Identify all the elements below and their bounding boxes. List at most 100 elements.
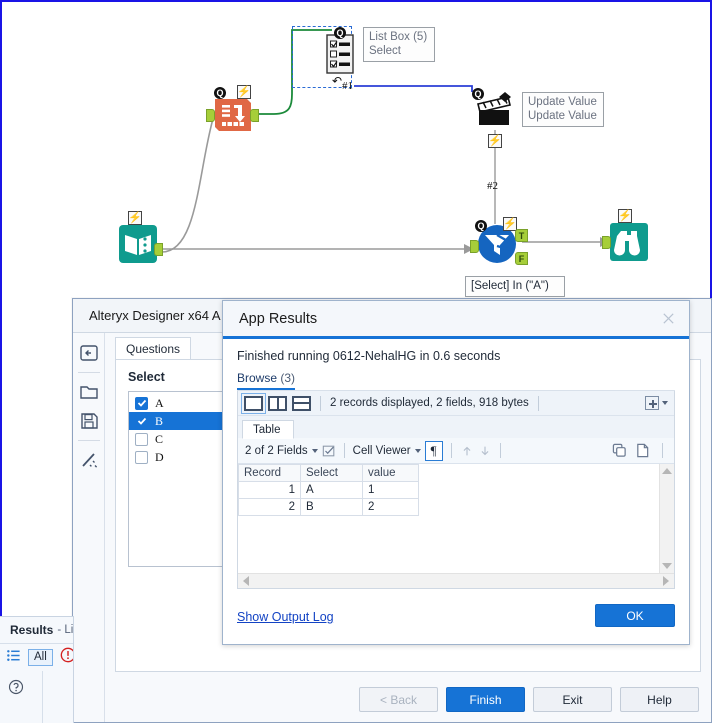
- grid-horizontal-scrollbar[interactable]: [238, 573, 674, 588]
- cell-value[interactable]: 1: [362, 481, 419, 499]
- chevron-down-icon[interactable]: [414, 448, 421, 453]
- split-vertical-icon[interactable]: [268, 395, 287, 411]
- help-button[interactable]: Help: [620, 687, 699, 712]
- results-panel[interactable]: Results - Lis All: [0, 616, 74, 723]
- data-grid-scroll: Record Select value 1 A 1 2 B 2: [238, 464, 659, 573]
- back-panel-icon[interactable]: [79, 343, 99, 363]
- output-port-dynamic-rename[interactable]: [250, 109, 259, 122]
- table-row[interactable]: 1 A 1: [238, 481, 419, 499]
- list-item-label: D: [155, 449, 164, 464]
- add-column-control[interactable]: [645, 396, 668, 410]
- column-header-value[interactable]: value: [362, 464, 419, 482]
- output-port-text-input[interactable]: [154, 243, 163, 256]
- cell-value[interactable]: 2: [362, 498, 419, 516]
- arrow-down-icon[interactable]: [478, 444, 492, 458]
- column-header-record[interactable]: Record: [238, 464, 301, 482]
- question-badge-dynamic-rename: Q: [214, 87, 226, 99]
- browse-view-toolbar[interactable]: 2 records displayed, 2 fields, 918 bytes: [238, 391, 674, 416]
- checkbox-d[interactable]: [135, 450, 148, 464]
- grid-vertical-scrollbar[interactable]: [659, 464, 674, 573]
- list-item-label: B: [155, 413, 164, 428]
- dialog-title: App Results: [239, 310, 318, 327]
- cell-viewer-label[interactable]: Cell Viewer: [353, 445, 411, 457]
- show-output-log-link[interactable]: Show Output Log: [237, 610, 334, 624]
- designer-footer-buttons[interactable]: < Back Finish Exit Help: [359, 687, 699, 712]
- checkbox-c[interactable]: [135, 432, 148, 446]
- table-row[interactable]: 2 B 2: [238, 498, 419, 516]
- interface-anchor-icon: ↶: [332, 74, 343, 88]
- grid-toolbar[interactable]: 2 of 2 Fields Cell Viewer ¶: [238, 438, 674, 464]
- annotation-filter: [Select] In ("A"): [465, 276, 565, 297]
- scroll-up-icon[interactable]: [662, 468, 672, 474]
- column-header-select[interactable]: Select: [300, 464, 363, 482]
- annotation-action-line1: Update Value: [528, 96, 597, 108]
- checkbox-a[interactable]: [135, 396, 148, 410]
- browse-tab[interactable]: Browse (3): [237, 371, 296, 390]
- scroll-left-icon[interactable]: [243, 576, 249, 586]
- annotation-list-box-line1: List Box (5): [369, 31, 428, 43]
- designer-left-rail[interactable]: [73, 333, 105, 722]
- list-item-label: C: [155, 431, 164, 446]
- run-status-text: Finished running 0612-NehalHG in 0.6 sec…: [237, 349, 501, 363]
- tab-questions[interactable]: Questions: [115, 337, 192, 360]
- magic-wand-icon[interactable]: [79, 450, 99, 470]
- finish-button[interactable]: Finish: [446, 687, 525, 712]
- fields-count-label[interactable]: 2 of 2 Fields: [245, 445, 308, 457]
- lightning-badge-text-input: ⚡: [128, 211, 142, 225]
- output-port-filter-true[interactable]: T: [515, 229, 528, 242]
- chevron-down-icon[interactable]: [311, 448, 318, 453]
- output-port-filter-false[interactable]: F: [515, 252, 528, 265]
- close-icon[interactable]: [657, 308, 679, 330]
- input-port-filter[interactable]: [470, 240, 479, 253]
- results-table[interactable]: Record Select value 1 A 1 2 B 2: [238, 464, 419, 516]
- rail-divider: [77, 372, 100, 373]
- help-icon[interactable]: [8, 679, 24, 700]
- scroll-right-icon[interactable]: [663, 576, 669, 586]
- results-panel-toolbar[interactable]: All: [0, 643, 73, 671]
- error-icon[interactable]: [60, 647, 73, 668]
- annotation-list-box: List Box (5) Select: [363, 27, 435, 62]
- node-label-list-box: #1: [342, 80, 353, 92]
- filter-all-button[interactable]: All: [28, 649, 53, 666]
- results-panel-subtitle: - Lis: [57, 624, 74, 636]
- browse-results-pane: 2 records displayed, 2 fields, 918 bytes…: [237, 391, 675, 589]
- cell-select[interactable]: A: [300, 481, 363, 499]
- add-box-icon[interactable]: [645, 396, 659, 410]
- input-port-dynamic-rename[interactable]: [206, 109, 215, 122]
- select-fields-icon[interactable]: [322, 444, 336, 458]
- save-icon[interactable]: [79, 411, 99, 431]
- copy-icon[interactable]: [612, 443, 627, 458]
- app-results-dialog[interactable]: App Results Finished running 0612-NehalH…: [222, 300, 690, 645]
- input-port-browse[interactable]: [602, 236, 611, 249]
- port-label-false: F: [518, 253, 525, 264]
- cell-record[interactable]: 1: [238, 481, 301, 499]
- single-pane-icon[interactable]: [241, 392, 266, 414]
- arrow-up-icon[interactable]: [460, 444, 474, 458]
- open-folder-icon[interactable]: [79, 382, 99, 402]
- tab-table[interactable]: Table: [242, 420, 294, 439]
- scroll-down-icon[interactable]: [662, 563, 672, 569]
- back-button[interactable]: < Back: [359, 687, 438, 712]
- chevron-down-icon[interactable]: [662, 401, 668, 405]
- cell-select[interactable]: B: [300, 498, 363, 516]
- results-panel-title: Results: [10, 623, 54, 637]
- split-horizontal-icon[interactable]: [292, 395, 311, 411]
- node-dynamic-rename[interactable]: [213, 97, 253, 140]
- cell-record[interactable]: 2: [238, 498, 301, 516]
- lightning-badge-action: ⚡: [488, 134, 502, 148]
- data-grid-wrapper: Record Select value 1 A 1 2 B 2: [238, 464, 674, 573]
- app-results-footer: Show Output Log OK: [223, 594, 689, 644]
- ok-button[interactable]: OK: [595, 604, 675, 627]
- dynamic-rename-icon: [215, 99, 251, 131]
- table-tab-row[interactable]: Table: [238, 416, 674, 439]
- app-results-titlebar: App Results: [223, 301, 689, 339]
- list-view-icon[interactable]: [6, 648, 21, 668]
- record-summary: 2 records displayed, 2 fields, 918 bytes: [330, 397, 529, 409]
- checkbox-b[interactable]: [135, 414, 148, 428]
- new-document-icon[interactable]: [635, 443, 650, 458]
- node-label-action: #2: [487, 180, 498, 192]
- node-browse[interactable]: [609, 222, 649, 267]
- exit-button[interactable]: Exit: [533, 687, 612, 712]
- node-text-input[interactable]: [118, 224, 158, 269]
- pilcrow-toggle[interactable]: ¶: [424, 440, 443, 461]
